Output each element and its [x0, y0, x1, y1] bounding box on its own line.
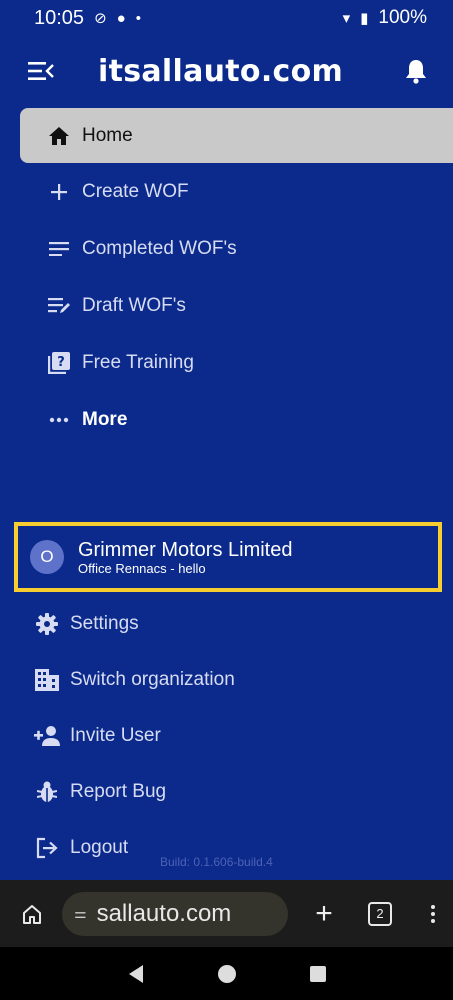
- app-header: itsallauto.com: [0, 38, 453, 104]
- nav-item-label: Home: [82, 124, 133, 146]
- recents-icon[interactable]: [303, 959, 333, 989]
- nav-item-home[interactable]: Home: [20, 108, 453, 163]
- nav-item-label: Free Training: [82, 351, 194, 373]
- home-icon: [46, 123, 72, 149]
- dnd-icon: ⊘: [94, 10, 107, 27]
- bell-icon[interactable]: [401, 56, 431, 86]
- menu-item-label: Invite User: [70, 725, 161, 746]
- menu-item-label: Report Bug: [70, 781, 167, 802]
- nav-item-draft-wofs[interactable]: Draft WOF's: [0, 277, 453, 334]
- app-title: itsallauto.com: [98, 53, 344, 89]
- logout-icon: [34, 835, 60, 861]
- browser-toolbar: ⚌ sallauto.com + 2: [0, 880, 453, 947]
- building-icon: [34, 667, 60, 693]
- svg-text:?: ?: [57, 355, 65, 370]
- home-button-icon[interactable]: [212, 959, 242, 989]
- alert-icon: ●: [116, 9, 126, 27]
- build-version: Build: 0.1.606-build.4: [160, 855, 273, 869]
- menu-collapse-icon[interactable]: [28, 57, 64, 85]
- more-dots-icon: [46, 407, 72, 433]
- organization-card[interactable]: O Grimmer Motors Limited Office Rennacs …: [14, 522, 442, 592]
- url-bar[interactable]: ⚌ sallauto.com: [62, 891, 288, 936]
- nav-item-label: Draft WOF's: [82, 294, 186, 316]
- list-icon: [46, 236, 72, 262]
- battery-level: 100%: [378, 7, 427, 28]
- battery-icon: ▮: [360, 10, 369, 27]
- new-tab-icon[interactable]: +: [310, 897, 338, 931]
- nav-item-free-training[interactable]: ? Free Training: [0, 334, 453, 391]
- nav-item-more[interactable]: More: [0, 391, 453, 448]
- menu-item-invite-user[interactable]: Invite User: [0, 708, 453, 764]
- menu-item-report-bug[interactable]: Report Bug: [0, 764, 453, 820]
- nav-item-completed-wofs[interactable]: Completed WOF's: [0, 220, 453, 277]
- bug-icon: [34, 779, 60, 805]
- nav-item-create-wof[interactable]: Create WOF: [0, 163, 453, 220]
- menu-item-label: Settings: [70, 613, 139, 634]
- gear-icon: [34, 611, 60, 637]
- organization-name: Grimmer Motors Limited: [78, 538, 293, 561]
- avatar: O: [30, 540, 64, 574]
- menu-item-label: Switch organization: [70, 669, 235, 690]
- plus-icon: [46, 179, 72, 205]
- account-menu: Settings Switch organization Invite User…: [0, 596, 453, 876]
- nav-item-label: More: [82, 408, 128, 430]
- organization-subtitle: Office Rennacs - hello: [78, 560, 206, 576]
- nav-item-label: Create WOF: [82, 180, 189, 202]
- wifi-icon: ▾: [342, 10, 351, 27]
- draft-list-icon: [46, 293, 72, 319]
- url-text: sallauto.com: [96, 899, 232, 927]
- add-user-icon: [34, 723, 60, 749]
- tab-switcher-button[interactable]: 2: [368, 901, 392, 926]
- menu-item-settings[interactable]: Settings: [0, 596, 453, 652]
- status-time: 10:05: [34, 6, 85, 29]
- browser-menu-icon[interactable]: [427, 904, 439, 923]
- dot-icon: •: [135, 9, 141, 27]
- back-icon[interactable]: [121, 959, 151, 989]
- nav-item-label: Completed WOF's: [82, 237, 237, 259]
- menu-item-label: Logout: [70, 837, 129, 858]
- help-book-icon: ?: [46, 350, 72, 376]
- browser-home-icon[interactable]: [18, 900, 46, 928]
- site-settings-icon[interactable]: ⚌: [74, 906, 87, 922]
- status-bar: 10:05 ⊘ ● • ▾ ▮ 100%: [0, 0, 453, 36]
- main-nav: Home Create WOF Completed WOF's Draft WO…: [0, 108, 453, 448]
- menu-item-switch-organization[interactable]: Switch organization: [0, 652, 453, 708]
- system-nav-bar: [0, 947, 453, 1000]
